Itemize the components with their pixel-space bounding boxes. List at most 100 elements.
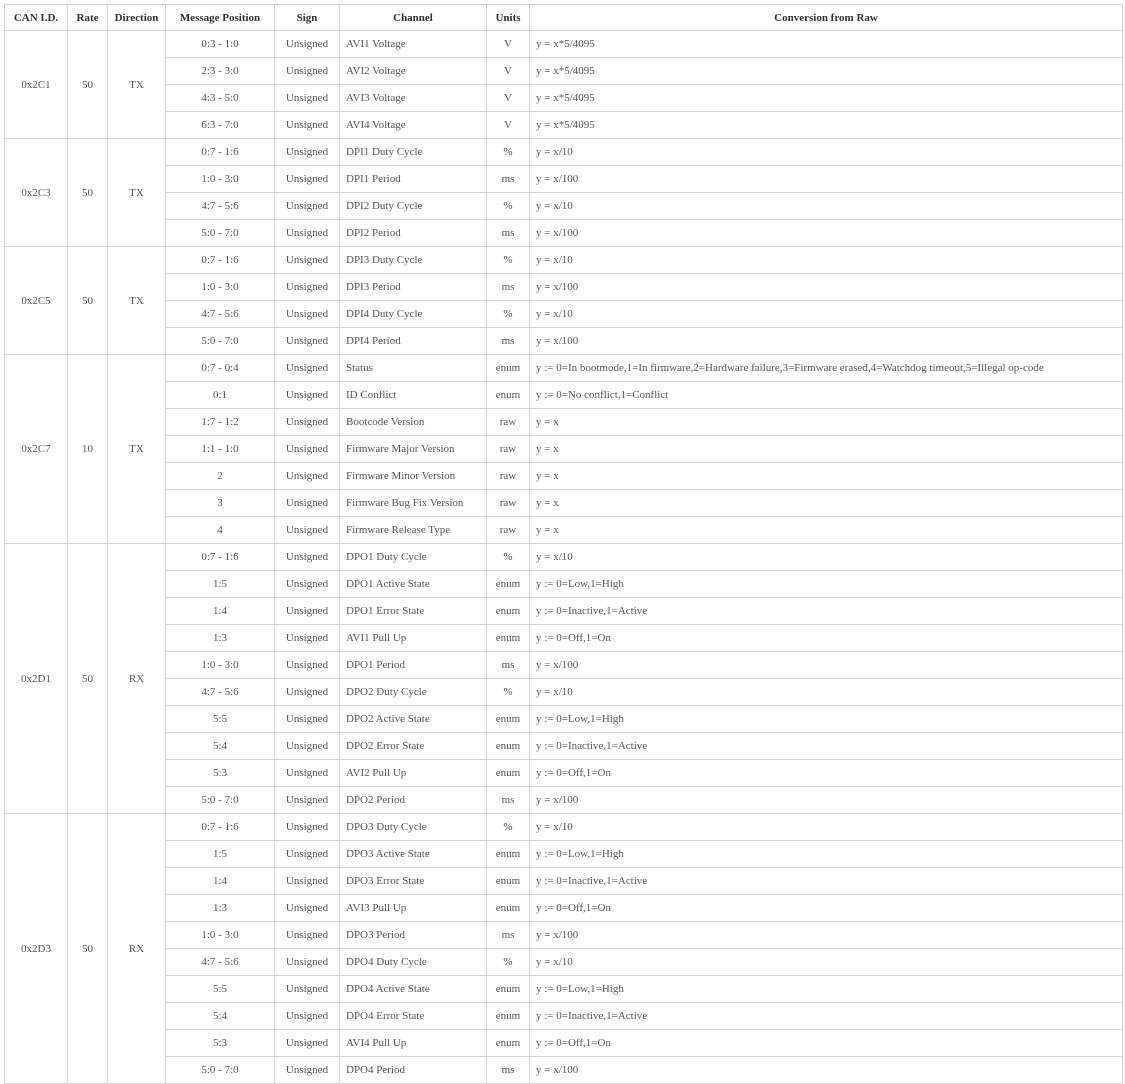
units-cell: enum — [486, 1002, 530, 1030]
message-position-cell: 1:0 - 3:0 — [165, 273, 275, 301]
table-row: 3 Unsigned Firmware Bug Fix Version raw y = … — [5, 489, 1123, 517]
conversion-cell: y = x/10 — [529, 300, 1123, 328]
table-row: 1:5 Unsigned DPO1 Active State enum y := 0=L… — [5, 570, 1123, 598]
conversion-cell: y := 0=Off,1=On — [529, 894, 1123, 922]
units-cell: % — [486, 300, 530, 328]
sign-cell: Unsigned — [274, 759, 340, 787]
sign-cell: Unsigned — [274, 597, 340, 625]
rate-cell: 50 — [67, 246, 108, 355]
sign-cell: Unsigned — [274, 57, 340, 85]
header-units: Units — [486, 4, 530, 31]
conversion-cell: y := 0=Low,1=High — [529, 705, 1123, 733]
units-cell: % — [486, 192, 530, 220]
table-row: 4 Unsigned Firmware Release Type raw y = x — [5, 516, 1123, 544]
conversion-cell: y := 0=Inactive,1=Active — [529, 597, 1123, 625]
conversion-cell: y = x/100 — [529, 273, 1123, 301]
channel-cell: ID Conflict — [339, 381, 487, 409]
message-position-cell: 4:3 - 5:0 — [165, 84, 275, 112]
sign-cell: Unsigned — [274, 975, 340, 1003]
sign-cell: Unsigned — [274, 192, 340, 220]
channel-cell: DPO3 Period — [339, 921, 487, 949]
table-row: 1:7 - 1:2 Unsigned Bootcode Version raw y = … — [5, 408, 1123, 436]
channel-cell: DPO4 Error State — [339, 1002, 487, 1030]
units-cell: % — [486, 543, 530, 571]
units-cell: ms — [486, 165, 530, 193]
table-row: 5:0 - 7:0 Unsigned DPI2 Period ms y = x/100 — [5, 219, 1123, 247]
units-cell: enum — [486, 840, 530, 868]
conversion-cell: y := 0=Off,1=On — [529, 624, 1123, 652]
can-id-cell: 0x2C1 — [4, 30, 68, 139]
units-cell: enum — [486, 894, 530, 922]
units-cell: ms — [486, 786, 530, 814]
table-row: 6:3 - 7:0 Unsigned AVI4 Voltage Vy = x*5/40… — [5, 111, 1123, 139]
table-row: 2:3 - 3:0 Unsigned AVI2 Voltage Vy = x*5/40… — [5, 57, 1123, 85]
table-row: 4:7 - 5:6 Unsigned DPO4 Duty Cycle% y = x/1… — [5, 948, 1123, 976]
conversion-cell: y := 0=Inactive,1=Active — [529, 1002, 1123, 1030]
channel-cell: AVI2 Voltage — [339, 57, 487, 85]
sign-cell: Unsigned — [274, 678, 340, 706]
channel-cell: DPI4 Duty Cycle — [339, 300, 487, 328]
message-position-cell: 5:0 - 7:0 — [165, 1056, 275, 1084]
can-id-cell: 0x2C5 — [4, 246, 68, 355]
sign-cell: Unsigned — [274, 1029, 340, 1057]
can-id-cell: 0x2C7 — [4, 354, 68, 544]
sign-cell: Unsigned — [274, 84, 340, 112]
can-id-cell: 0x2D1 — [4, 543, 68, 814]
units-cell: ms — [486, 327, 530, 355]
sign-cell: Unsigned — [274, 111, 340, 139]
channel-cell: AVI1 Voltage — [339, 30, 487, 58]
direction-cell: TX — [107, 30, 166, 139]
units-cell: ms — [486, 219, 530, 247]
units-cell: raw — [486, 408, 530, 436]
table-row: 1:5 Unsigned DPO3 Active State enum y := 0=L… — [5, 840, 1123, 868]
channel-cell: Firmware Release Type — [339, 516, 487, 544]
table-row: 1:3 Unsigned AVI1 Pull Up enum y := 0=Off,1=… — [5, 624, 1123, 652]
units-cell: enum — [486, 705, 530, 733]
header-sign: Sign — [274, 4, 340, 31]
sign-cell: Unsigned — [274, 651, 340, 679]
rate-cell: 50 — [67, 543, 108, 814]
message-position-cell: 1:0 - 3:0 — [165, 165, 275, 193]
sign-cell: Unsigned — [274, 435, 340, 463]
units-cell: enum — [486, 759, 530, 787]
table-row: 5:3 Unsigned AVI2 Pull Up enum y := 0=Off,1=… — [5, 759, 1123, 787]
message-position-cell: 1:3 — [165, 624, 275, 652]
units-cell: ms — [486, 273, 530, 301]
conversion-cell: y = x/100 — [529, 651, 1123, 679]
channel-cell: Firmware Bug Fix Version — [339, 489, 487, 517]
table-row: 0:1 Unsigned ID Conflict enum y := 0=No conf… — [5, 381, 1123, 409]
sign-cell: Unsigned — [274, 516, 340, 544]
sign-cell: Unsigned — [274, 327, 340, 355]
table-row: 0x2C3 50 TX 0:7 - 1:6 Unsigned DPI1 Duty Cycl… — [4, 138, 1123, 247]
message-position-cell: 1:5 — [165, 840, 275, 868]
units-cell: raw — [486, 516, 530, 544]
conversion-cell: y = x/10 — [529, 138, 1123, 166]
conversion-cell: y = x/10 — [529, 192, 1123, 220]
sign-cell: Unsigned — [274, 840, 340, 868]
table-row: 1:4 Unsigned DPO3 Error State enum y := 0=In… — [5, 867, 1123, 895]
units-cell: enum — [486, 597, 530, 625]
channel-cell: AVI3 Pull Up — [339, 894, 487, 922]
channel-cell: DPO1 Period — [339, 651, 487, 679]
table-row: 5:0 - 7:0 Unsigned DPI4 Period ms y = x/100 — [5, 327, 1123, 355]
message-position-cell: 1:7 - 1:2 — [165, 408, 275, 436]
sign-cell: Unsigned — [274, 30, 340, 58]
table-row: 1:1 - 1:0 Unsigned Firmware Major Version r… — [5, 435, 1123, 463]
message-position-cell: 5:0 - 7:0 — [165, 786, 275, 814]
table-body: 0x2C1 50 TX 0:3 - 1:0 Unsigned AVI1 Voltage Vy… — [4, 30, 1123, 1084]
channel-cell: AVI4 Pull Up — [339, 1029, 487, 1057]
table-row: 4:7 - 5:6 Unsigned DPI2 Duty Cycle% y = x/1… — [5, 192, 1123, 220]
table-row: 4:7 - 5:6 Unsigned DPO2 Duty Cycle% y = x/1… — [5, 678, 1123, 706]
table-row: 1:0 - 3:0 Unsigned DPI1 Period ms y = x/100 — [5, 165, 1123, 193]
channel-cell: DPO1 Duty Cycle — [339, 543, 487, 571]
sign-cell: Unsigned — [274, 921, 340, 949]
rate-cell: 50 — [67, 138, 108, 247]
rate-cell: 50 — [67, 813, 108, 1084]
units-cell: enum — [486, 975, 530, 1003]
table-row: 1:0 - 3:0 Unsigned DPO1 Period ms y = x/100 — [5, 651, 1123, 679]
units-cell: raw — [486, 435, 530, 463]
channel-cell: DPO1 Error State — [339, 597, 487, 625]
table-row: 5:5 Unsigned DPO4 Active State enum y := 0=L… — [5, 975, 1123, 1003]
table-row: 4:7 - 5:6 Unsigned DPI4 Duty Cycle% y = x/1… — [5, 300, 1123, 328]
conversion-cell: y := 0=Off,1=On — [529, 759, 1123, 787]
